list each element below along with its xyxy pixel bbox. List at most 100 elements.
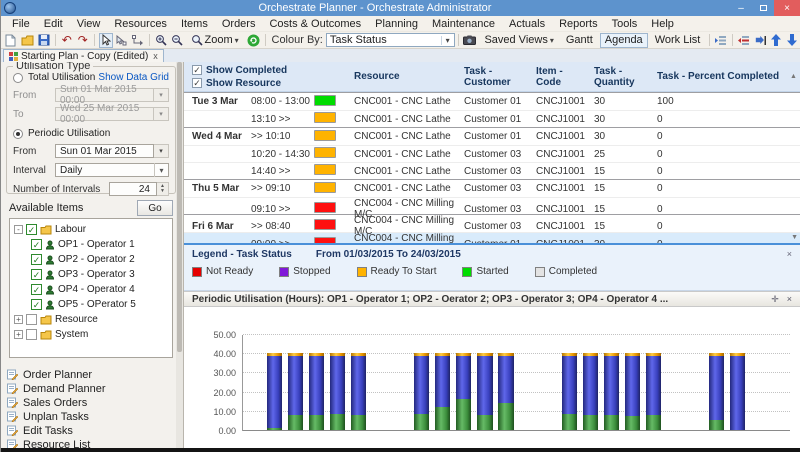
tree-node-resource[interactable]: +Resource	[14, 312, 172, 327]
go-button[interactable]: Go	[137, 200, 173, 216]
total-utilisation-radio[interactable]	[13, 73, 23, 83]
nav-item-resource-list[interactable]: Resource List	[1, 438, 176, 448]
spin-down-icon[interactable]: ▼	[160, 189, 165, 195]
menu-resources[interactable]: Resources	[107, 17, 174, 31]
drag-tool-icon[interactable]	[115, 33, 129, 48]
camera-icon[interactable]	[462, 33, 477, 48]
menu-actuals[interactable]: Actuals	[502, 17, 552, 31]
chart-bar-day-3[interactable]	[288, 353, 303, 430]
refresh-icon[interactable]	[246, 33, 261, 48]
periodic-utilisation-radio[interactable]	[13, 129, 23, 139]
tree-expander-icon[interactable]: +	[14, 330, 23, 339]
move-down-icon[interactable]	[785, 33, 799, 48]
maximize-button[interactable]	[752, 0, 774, 16]
tab-close-icon[interactable]: x	[151, 51, 158, 61]
table-row[interactable]: Fri 6 Mar>> 08:40CNC004 - CNC Milling M/…	[184, 215, 800, 232]
column-header-item-code[interactable]: Item - Code	[531, 66, 589, 88]
chart-close-icon[interactable]: ×	[787, 294, 792, 304]
chart-bar-day-4[interactable]	[309, 353, 324, 430]
nav-item-sales-orders[interactable]: Sales Orders	[1, 396, 176, 409]
menu-tools[interactable]: Tools	[605, 17, 645, 31]
link-tool-icon[interactable]	[131, 33, 145, 48]
menu-maintenance[interactable]: Maintenance	[425, 17, 502, 31]
tree-leaf-op2[interactable]: ✓OP2 - Operator 2	[14, 252, 172, 267]
menu-view[interactable]: View	[70, 17, 108, 31]
tree-node-labour[interactable]: -✓Labour	[14, 222, 172, 237]
nav-item-edit-tasks[interactable]: Edit Tasks	[1, 424, 176, 437]
show-completed-checkbox[interactable]: ✓	[192, 65, 202, 75]
chart-bar-day-17[interactable]	[583, 353, 598, 430]
minimize-button[interactable]: –	[730, 0, 752, 16]
chart-bar-day-12[interactable]	[477, 353, 492, 430]
tree-expander-icon[interactable]: +	[14, 315, 23, 324]
table-scroll-down-icon[interactable]: ▼	[791, 234, 798, 241]
chart-bar-day-5[interactable]	[330, 353, 345, 430]
column-header-task-customer[interactable]: Task - Customer	[459, 66, 531, 88]
menu-edit[interactable]: Edit	[37, 17, 70, 31]
tree-leaf-op1[interactable]: ✓OP1 - Operator 1	[14, 237, 172, 252]
pointer-tool-icon[interactable]	[99, 33, 113, 48]
show-resource-checkbox[interactable]: ✓	[192, 78, 202, 88]
tree-checkbox[interactable]: ✓	[26, 224, 37, 235]
chart-bar-day-18[interactable]	[604, 353, 619, 430]
table-row[interactable]: Tue 3 Mar08:00 - 13:00CNC001 - CNC Lathe…	[184, 93, 800, 110]
gantt-button[interactable]: Gantt	[561, 33, 598, 48]
agenda-button[interactable]: Agenda	[600, 33, 648, 48]
tree-checkbox[interactable]: ✓	[31, 284, 42, 295]
tree-checkbox[interactable]	[26, 329, 37, 340]
table-row[interactable]: 09:10 >>CNC004 - CNC Milling M/CCustomer…	[184, 197, 800, 214]
chart-bar-day-16[interactable]	[562, 353, 577, 430]
chart-bar-day-19[interactable]	[625, 353, 640, 430]
tree-leaf-op4[interactable]: ✓OP4 - Operator 4	[14, 282, 172, 297]
tree-checkbox[interactable]: ✓	[31, 254, 42, 265]
work-list-button[interactable]: Work List	[650, 33, 706, 48]
tree-leaf-op5[interactable]: ✓OP5 - OPerator 5	[14, 297, 172, 312]
table-row[interactable]: 10:20 - 14:30CNC001 - CNC LatheCustomer …	[184, 145, 800, 162]
table-row[interactable]: Wed 4 Mar>> 10:10CNC001 - CNC LatheCusto…	[184, 128, 800, 145]
table-row[interactable]: Thu 5 Mar>> 09:10CNC001 - CNC LatheCusto…	[184, 180, 800, 197]
menu-planning[interactable]: Planning	[368, 17, 425, 31]
chart-pin-icon[interactable]: ✛	[771, 294, 779, 305]
menu-orders[interactable]: Orders	[215, 17, 263, 31]
undo-icon[interactable]: ↶	[60, 33, 74, 48]
column-header-resource[interactable]: Resource	[349, 71, 459, 82]
interval-select[interactable]: Daily ▾	[55, 163, 169, 177]
table-row[interactable]: 13:10 >>CNC001 - CNC LatheCustomer 01CNC…	[184, 110, 800, 127]
open-plan-icon[interactable]	[20, 33, 35, 48]
left-panel-scrollbar[interactable]	[176, 62, 183, 448]
tree-checkbox[interactable]	[26, 314, 37, 325]
tree-checkbox[interactable]: ✓	[31, 299, 42, 310]
chart-bar-day-23[interactable]	[709, 353, 724, 430]
tree-checkbox[interactable]: ✓	[31, 239, 42, 250]
periodic-from-calendar-button[interactable]: ▾	[154, 144, 169, 158]
column-header-task-quantity[interactable]: Task - Quantity	[589, 66, 652, 88]
zoom-in-icon[interactable]	[154, 33, 168, 48]
periodic-from-field[interactable]: Sun 01 Mar 2015	[55, 144, 154, 158]
outdent-task-icon[interactable]	[737, 33, 751, 48]
nav-item-unplan-tasks[interactable]: Unplan Tasks	[1, 410, 176, 423]
column-header-task-percent[interactable]: Task - Percent Completed	[652, 71, 787, 82]
zoom-dropdown[interactable]: Zoom ▾	[186, 33, 244, 48]
table-scroll-up-icon[interactable]: ▲	[787, 73, 800, 80]
menu-costs-outcomes[interactable]: Costs & Outcomes	[262, 17, 368, 31]
menu-reports[interactable]: Reports	[552, 17, 605, 31]
close-button[interactable]: ×	[774, 0, 800, 16]
move-up-icon[interactable]	[769, 33, 783, 48]
save-icon[interactable]	[37, 33, 51, 48]
tab-starting-plan[interactable]: Starting Plan - Copy (Edited) x	[3, 49, 164, 62]
saved-views-dropdown[interactable]: Saved Views ▾	[479, 33, 558, 48]
chart-bar-day-13[interactable]	[498, 353, 513, 430]
indent-task-icon[interactable]	[714, 33, 728, 48]
chart-bar-day-2[interactable]	[267, 353, 282, 430]
table-row[interactable]: 14:40 >>CNC001 - CNC LatheCustomer 03CNC…	[184, 162, 800, 179]
chart-bar-day-10[interactable]	[435, 353, 450, 430]
chart-bar-day-11[interactable]	[456, 353, 471, 430]
zoom-out-icon[interactable]	[170, 33, 184, 48]
table-row[interactable]: 09:00 >>CNC004 - CNC Milling M/CCustomer…	[184, 232, 800, 245]
chart-bar-day-20[interactable]	[646, 353, 661, 430]
tree-node-system[interactable]: +System	[14, 327, 172, 342]
menu-help[interactable]: Help	[644, 17, 681, 31]
new-plan-icon[interactable]	[4, 33, 18, 48]
intervals-input[interactable]: 24	[109, 182, 157, 196]
nav-item-order-planner[interactable]: Order Planner	[1, 368, 176, 381]
